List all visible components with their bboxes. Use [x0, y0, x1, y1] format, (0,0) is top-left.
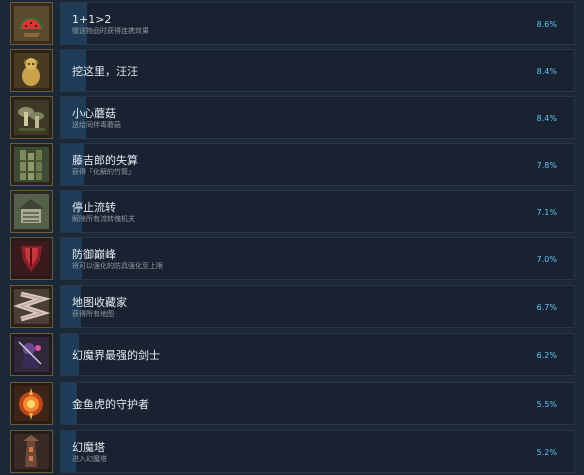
- armor-icon: [10, 237, 53, 280]
- unlock-percentage: 7.8%: [536, 161, 557, 170]
- achievement-description: 解除所有流转傀机关: [72, 215, 135, 223]
- achievement-bar: 停止流转 解除所有流转傀机关 7.1%: [60, 190, 575, 233]
- mushroom-icon: [10, 96, 53, 139]
- demon-swordsman-icon: [10, 333, 53, 376]
- achievement-title: 幻魔界最强的剑士: [72, 349, 160, 362]
- map-scroll-icon: [10, 285, 53, 328]
- unlock-percentage: 7.0%: [536, 255, 557, 264]
- achievement-title: 停止流转: [72, 201, 116, 214]
- unlock-percentage: 7.1%: [536, 208, 557, 217]
- achievement-title: 挖这里，汪汪: [72, 65, 138, 78]
- achievement-bar: 幻魔塔 进入幻魔塔 5.2%: [60, 430, 575, 473]
- achievement-row[interactable]: 幻魔塔 进入幻魔塔 5.2%: [10, 430, 575, 473]
- unlock-percentage: 8.6%: [536, 20, 557, 29]
- achievement-bar: 藤吉郎的失算 获得「化解的竹筒」 7.8%: [60, 143, 575, 186]
- house-mechanism-icon: [10, 190, 53, 233]
- achievement-row[interactable]: 藤吉郎的失算 获得「化解的竹筒」 7.8%: [10, 143, 575, 186]
- achievement-row[interactable]: 1+1>2 赠送物品时获得连携效果 8.6%: [10, 2, 575, 45]
- achievement-description: 获得「化解的竹筒」: [72, 168, 135, 176]
- achievement-row[interactable]: 地图收藏家 获得所有地图 6.7%: [10, 285, 575, 328]
- golden-dog-icon: [10, 49, 53, 92]
- achievement-title: 地图收藏家: [72, 296, 127, 309]
- unlock-percentage: 5.5%: [536, 400, 557, 409]
- watermelon-slices-icon: [10, 2, 53, 45]
- achievement-bar: 1+1>2 赠送物品时获得连携效果 8.6%: [60, 2, 575, 45]
- unlock-percentage: 6.7%: [536, 303, 557, 312]
- achievement-bar: 挖这里，汪汪 8.4%: [60, 49, 575, 92]
- achievement-description: 赠送物品时获得连携效果: [72, 27, 149, 35]
- achievement-row[interactable]: 幻魔界最强的剑士 6.2%: [10, 333, 575, 376]
- fire-emblem-icon: [10, 382, 53, 425]
- demon-tower-icon: [10, 430, 53, 473]
- achievement-row[interactable]: 挖这里，汪汪 8.4%: [10, 49, 575, 92]
- achievement-row[interactable]: 金鱼虎的守护者 5.5%: [10, 382, 575, 425]
- achievement-title: 1+1>2: [72, 13, 112, 26]
- achievement-title: 金鱼虎的守护者: [72, 398, 149, 411]
- achievement-description: 获得所有地图: [72, 310, 114, 318]
- unlock-percentage: 6.2%: [536, 351, 557, 360]
- achievement-bar: 金鱼虎的守护者 5.5%: [60, 382, 575, 425]
- achievement-bar: 防御巅峰 将可以强化的防具强化至上限 7.0%: [60, 237, 575, 280]
- achievement-description: 将可以强化的防具强化至上限: [72, 262, 163, 270]
- achievement-bar: 小心蘑菇 送给同伴毒蘑菇 8.4%: [60, 96, 575, 139]
- bamboo-tube-icon: [10, 143, 53, 186]
- unlock-percentage: 5.2%: [536, 448, 557, 457]
- unlock-percentage: 8.4%: [536, 67, 557, 76]
- achievement-title: 防御巅峰: [72, 248, 116, 261]
- achievement-bar: 幻魔界最强的剑士 6.2%: [60, 333, 575, 376]
- achievement-row[interactable]: 小心蘑菇 送给同伴毒蘑菇 8.4%: [10, 96, 575, 139]
- achievement-title: 藤吉郎的失算: [72, 154, 138, 167]
- achievement-title: 幻魔塔: [72, 441, 105, 454]
- achievement-description: 送给同伴毒蘑菇: [72, 121, 121, 129]
- achievement-title: 小心蘑菇: [72, 107, 116, 120]
- achievement-description: 进入幻魔塔: [72, 455, 107, 463]
- unlock-percentage: 8.4%: [536, 114, 557, 123]
- achievement-row[interactable]: 防御巅峰 将可以强化的防具强化至上限 7.0%: [10, 237, 575, 280]
- achievement-list: 1+1>2 赠送物品时获得连携效果 8.6% 挖这里，汪汪 8.4% 小心蘑菇 …: [0, 0, 584, 475]
- achievement-bar: 地图收藏家 获得所有地图 6.7%: [60, 285, 575, 328]
- achievement-row[interactable]: 停止流转 解除所有流转傀机关 7.1%: [10, 190, 575, 233]
